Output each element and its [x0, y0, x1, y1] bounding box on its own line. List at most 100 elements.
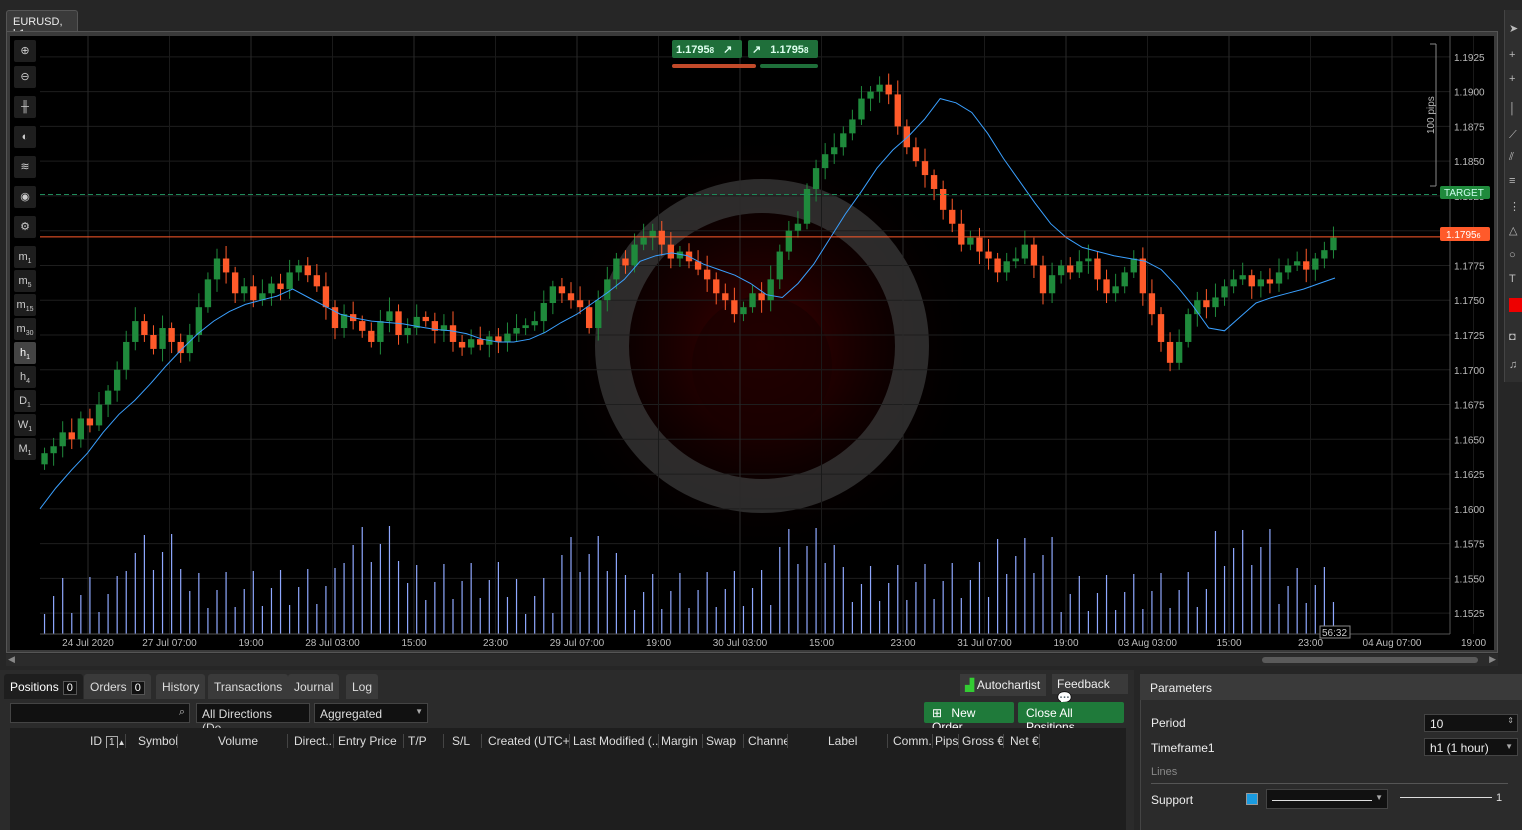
candle-body — [867, 91, 874, 99]
direction-filter-select[interactable]: All Directions (De... — [196, 703, 310, 735]
timeframe-select[interactable]: h1 (1 hour) ▼ — [1424, 738, 1518, 756]
timeframe-button[interactable]: W1 — [14, 414, 36, 436]
vertical-line-icon[interactable]: │ — [1509, 102, 1522, 116]
timeframe-button[interactable]: m15 — [14, 294, 36, 316]
sell-button[interactable]: 1.17958 ↗ — [672, 40, 742, 58]
crosshair-icon[interactable]: + — [1509, 72, 1522, 86]
tab-orders[interactable]: Orders 0 — [84, 674, 151, 699]
candle-body — [1139, 258, 1147, 294]
candle-body — [1321, 250, 1328, 259]
column-header[interactable]: Swap — [706, 734, 744, 748]
chart-scroll-thumb[interactable] — [1262, 657, 1478, 663]
tab-journal[interactable]: Journal — [288, 674, 340, 699]
column-header[interactable]: Margin — [661, 734, 703, 748]
tab-transactions[interactable]: Transactions — [208, 674, 289, 699]
column-header-label: Direct... — [294, 734, 334, 748]
column-header[interactable]: Symbol — [138, 734, 178, 748]
bell-icon[interactable]: ♫ — [1509, 358, 1522, 372]
y-tick-label: 1.1725 — [1454, 331, 1485, 342]
column-header-label: Margin — [661, 734, 698, 748]
scroll-right-icon[interactable]: ▶ — [1489, 654, 1496, 665]
settings-icon[interactable]: ⚙ — [14, 216, 36, 238]
channel-icon[interactable]: ⫽ — [1509, 150, 1522, 164]
layers-icon[interactable]: ≋ — [14, 156, 36, 178]
grid-icon[interactable]: ⋮ — [1509, 200, 1522, 214]
column-header[interactable]: Comm... — [893, 734, 933, 748]
timeframe-button[interactable]: M1 — [14, 438, 36, 460]
triangle-icon[interactable]: △ — [1509, 224, 1522, 238]
x-tick-label: 23:00 — [890, 638, 915, 649]
search-input[interactable]: ⌕ — [10, 703, 190, 723]
buy-bar — [760, 64, 818, 68]
support-color-swatch[interactable] — [1246, 793, 1258, 805]
candles-icon[interactable]: ╫ — [14, 96, 36, 118]
timeframe-button[interactable]: h1 — [14, 342, 36, 364]
column-header-label: S/L — [452, 734, 471, 748]
chart-tab[interactable]: EURUSD, h1 — [6, 10, 78, 40]
eye-icon[interactable]: ◉ — [14, 186, 36, 208]
column-header[interactable]: ID 1 ▲ — [90, 734, 126, 748]
timeframe-sub: 1 — [27, 258, 32, 266]
candle-body — [504, 333, 511, 342]
y-tick-label: 1.1750 — [1454, 296, 1485, 307]
column-header[interactable]: Pips — [935, 734, 959, 748]
aggregation-select[interactable]: Aggregated ▼ — [314, 703, 428, 723]
autochartist-button[interactable]: ▟ Autochartist — [960, 674, 1046, 696]
price-axis[interactable]: 1.19251.19001.18751.18501.18251.18001.17… — [1449, 36, 1485, 634]
candle-body — [658, 230, 665, 245]
timeframe-button[interactable]: h4 — [14, 366, 36, 388]
candle-body — [104, 390, 112, 405]
column-header-label: T/P — [408, 734, 427, 748]
candle-body — [1039, 265, 1047, 294]
period-input[interactable]: 10 ⇕ — [1424, 714, 1518, 732]
new-order-button[interactable]: ⊞ New Order — [924, 702, 1014, 734]
candle-body — [840, 133, 847, 148]
timeframe-button[interactable]: m5 — [14, 270, 36, 292]
column-header[interactable]: Entry Price — [338, 734, 404, 748]
close-all-positions-button[interactable]: Close All Positions — [1018, 702, 1124, 734]
timeframe-button[interactable]: m1 — [14, 246, 36, 268]
column-header[interactable]: Direct... — [294, 734, 334, 748]
column-header[interactable]: Created (UTC+1) — [488, 734, 570, 748]
price-chart[interactable]: 1.19251.19001.18751.18501.18251.18001.17… — [10, 36, 1494, 650]
tab-history[interactable]: History — [156, 674, 206, 699]
text-icon[interactable]: T — [1509, 272, 1522, 286]
buy-button[interactable]: ↗ 1.17958 — [748, 40, 818, 58]
column-header[interactable]: T/P — [408, 734, 444, 748]
color-icon[interactable] — [1509, 298, 1522, 312]
trend-line-icon[interactable]: ⟋ — [1509, 128, 1522, 142]
crosshair-icon[interactable]: + — [1509, 48, 1522, 62]
candle-body — [722, 293, 729, 301]
timeframe-button[interactable]: m30 — [14, 318, 36, 340]
line-thickness-value[interactable]: 1 — [1496, 792, 1502, 804]
column-header[interactable]: Label — [828, 734, 888, 748]
column-header[interactable]: S/L — [452, 734, 482, 748]
candle-body — [994, 258, 1001, 273]
tab-log[interactable]: Log — [346, 674, 379, 699]
stepper-icon[interactable]: ⇕ — [1507, 716, 1514, 725]
chart-style-icon[interactable]: ◐ — [14, 126, 36, 148]
feedback-button[interactable]: Feedback 💬 — [1052, 674, 1128, 705]
fibonacci-icon[interactable]: ≡ — [1509, 174, 1522, 188]
zoom-in-icon[interactable]: ⊕ — [14, 40, 36, 62]
ellipse-icon[interactable]: ○ — [1509, 248, 1522, 262]
chart-area[interactable]: 1.19251.19001.18751.18501.18251.18001.17… — [10, 36, 1494, 650]
cursor-icon[interactable]: ➤ — [1509, 22, 1522, 36]
timeframe-sub: 1 — [26, 354, 31, 362]
zoom-out-icon[interactable]: ⊖ — [14, 66, 36, 88]
target-label[interactable]: TARGET — [1440, 186, 1490, 199]
candle-body — [41, 453, 48, 465]
timeframe-button[interactable]: D1 — [14, 390, 36, 412]
column-header[interactable]: Net € — [1010, 734, 1040, 748]
candle-body — [1303, 261, 1310, 270]
scroll-left-icon[interactable]: ◀ — [8, 654, 15, 665]
camera-icon[interactable]: ◘ — [1509, 330, 1522, 344]
column-header[interactable]: Channe — [748, 734, 788, 748]
column-header[interactable]: Gross € — [962, 734, 1004, 748]
column-header[interactable]: Last Modified (... — [573, 734, 659, 748]
line-style-select[interactable]: ▼ — [1266, 789, 1388, 809]
candle-body — [241, 286, 248, 294]
column-header[interactable]: Volume — [218, 734, 288, 748]
tab-positions[interactable]: Positions 0 — [4, 674, 83, 699]
time-axis[interactable]: 24 Jul 2020 27 Jul 07:00 19:00 28 Jul 03:00… — [40, 633, 1486, 649]
